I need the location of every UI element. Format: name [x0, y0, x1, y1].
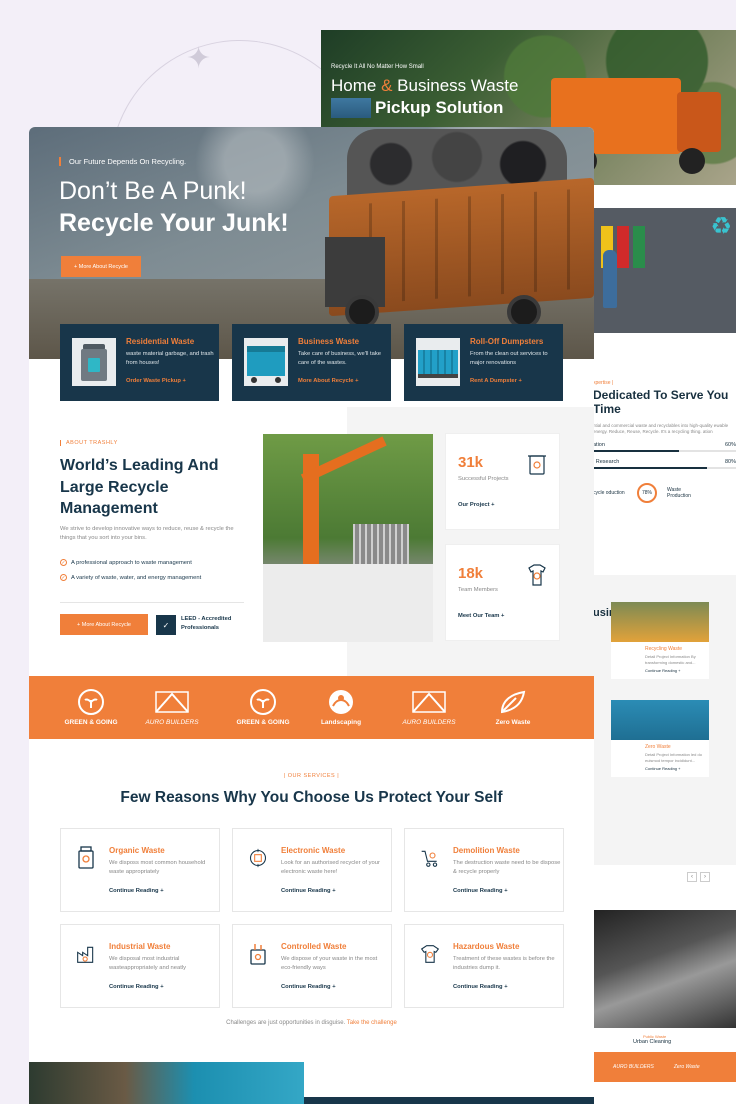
recycling-crane-image [263, 434, 433, 642]
hero-title-line2: Recycle Your Junk! [59, 209, 289, 237]
front-page: Our Future Depends On Recycling. Don’t B… [29, 127, 594, 1104]
about-title: World’s Leading And Large Recycle Manage… [60, 457, 219, 518]
brand-band: AURO BUILDERS Zero Waste [593, 1052, 736, 1082]
continue-reading-link[interactable]: Continue Reading + [281, 888, 336, 894]
bottom-banner-image [29, 1062, 304, 1104]
our-services-title: Few Reasons Why You Choose Us Protect Yo… [120, 789, 503, 806]
check-item: ✓ A variety of waste, water, and energy … [60, 574, 202, 581]
service-card-demolition[interactable]: Demolition Waste The destruction waste n… [404, 828, 564, 912]
check-item: ✓ A professional approach to waste manag… [60, 559, 192, 566]
service-card-organic[interactable]: Organic Waste We disposs most common hou… [60, 828, 220, 912]
check-icon: ✓ [60, 559, 67, 566]
service-card-hazardous[interactable]: Hazardous Waste Treatment of these waste… [404, 924, 564, 1008]
dumpster-thumbnail [331, 98, 371, 118]
tshirt-recycle-icon [420, 945, 440, 963]
continue-reading-link[interactable]: Continue Reading + [109, 984, 164, 990]
recycle-icon: ♻ [710, 213, 732, 240]
brand-logo: GREEN & GOING [51, 688, 131, 726]
service-card-residential[interactable]: Residential Waste waste material garbage… [60, 324, 219, 401]
landscape-icon [329, 690, 353, 714]
more-about-recycle-button-2[interactable]: + More About Recycle [60, 614, 148, 635]
next-arrow-button[interactable]: › [700, 872, 710, 882]
prev-arrow-button[interactable]: ‹ [687, 872, 697, 882]
expertise-section: xpertise | Dedicated To Serve You Time n… [593, 380, 736, 504]
about-tag: ABOUT TRASHLY [60, 440, 118, 446]
continue-reading-link[interactable]: Continue Reading + [453, 888, 508, 894]
hero-title-line1: Don’t Be A Punk! [59, 177, 247, 205]
progress-bar: ation 60% [593, 442, 736, 453]
brand-logo: Zero Waste [473, 688, 553, 726]
stat-card-projects: 31k Successful Projects Our Project + [446, 434, 559, 529]
divider [60, 602, 244, 603]
back-hero-title: Home & Business Waste [331, 76, 519, 95]
order-waste-pickup-link[interactable]: Order Waste Pickup + [126, 378, 186, 384]
meet-our-team-link[interactable]: Meet Our Team + [458, 613, 504, 619]
service-card-business[interactable]: Business Waste Take care of business, we… [232, 324, 391, 401]
our-project-link[interactable]: Our Project + [458, 502, 495, 508]
service-card-controlled[interactable]: Controlled Waste We dispose of your wast… [232, 924, 392, 1008]
hero-tagline: Our Future Depends On Recycling. [59, 157, 186, 166]
leed-label: LEED - Accredited Professionals [181, 616, 232, 632]
leaf-circle-icon [250, 689, 276, 715]
rent-a-dumpster-link[interactable]: Rent A Dumpster + [470, 378, 522, 384]
more-about-recycle-button[interactable]: + More About Recycle [61, 256, 141, 277]
take-the-challenge-link[interactable]: Take the challenge [347, 1020, 397, 1026]
recycle-bin-icon [78, 846, 94, 869]
our-services-tag: | OUR SERVICES | [283, 773, 340, 779]
continue-reading-link[interactable]: Continue Reading + [281, 984, 336, 990]
recycle-bin-icon [528, 455, 546, 475]
continue-reading-link[interactable]: Continue Reading + [453, 984, 508, 990]
service-card-industrial[interactable]: Industrial Waste We disposal most indust… [60, 924, 220, 1008]
bin-bottles-icon [250, 944, 266, 965]
factory-icon [77, 946, 94, 963]
partner-brands-band: GREEN & GOING AURO BUILDERS GREEN & GOIN… [29, 676, 594, 739]
tshirt-recycle-icon [528, 564, 546, 586]
electronic-recycle-icon [249, 848, 267, 868]
continue-reading-link[interactable]: Continue Reading + [109, 888, 164, 894]
sparkle-icon: ✦ [186, 42, 212, 75]
project-card[interactable]: Zero Waste Detail Project Information le… [611, 700, 709, 778]
trash-bin-icon [72, 338, 116, 386]
more-about-recycle-link[interactable]: More About Recycle + [298, 378, 359, 384]
urban-cleaning-photo [593, 910, 736, 1028]
roof-icon [412, 691, 446, 713]
leaves-icon [500, 690, 526, 714]
cart-icon [421, 850, 438, 867]
stat-card-team: 18k Team Members Meet Our Team + [446, 545, 559, 640]
leaf-circle-icon [78, 689, 104, 715]
brand-logo: AURO BUILDERS [389, 688, 469, 726]
progress-bar: l Research 80% [593, 459, 736, 470]
challenge-note: Challenges are just opportunities in dis… [226, 1020, 397, 1026]
check-icon: ✓ [60, 574, 67, 581]
brand-logo: Landscaping [301, 688, 381, 726]
certificate-icon: ✓ [156, 615, 176, 635]
back-hero-title-2: Pickup Solution [375, 98, 504, 117]
dumpster-icon [244, 338, 288, 386]
service-card-electronic[interactable]: Electronic Waste Look for an authorised … [232, 828, 392, 912]
progress-circle: 78% [637, 483, 657, 504]
rolloff-dumpster-icon [416, 338, 460, 386]
roof-icon [155, 691, 189, 713]
brand-logo: AURO BUILDERS [132, 688, 212, 726]
brand-logo: GREEN & GOING [223, 688, 303, 726]
recycling-bins-image: ♻ [593, 208, 736, 333]
service-card-rolloff[interactable]: Roll-Off Dumpsters From the clean out se… [404, 324, 563, 401]
about-text: We strive to develop innovative ways to … [60, 526, 234, 542]
back-hero-tag: Recycle It All No Matter How Small [331, 64, 424, 70]
project-card[interactable]: Recycling Waste Detail Project Informati… [611, 602, 709, 680]
